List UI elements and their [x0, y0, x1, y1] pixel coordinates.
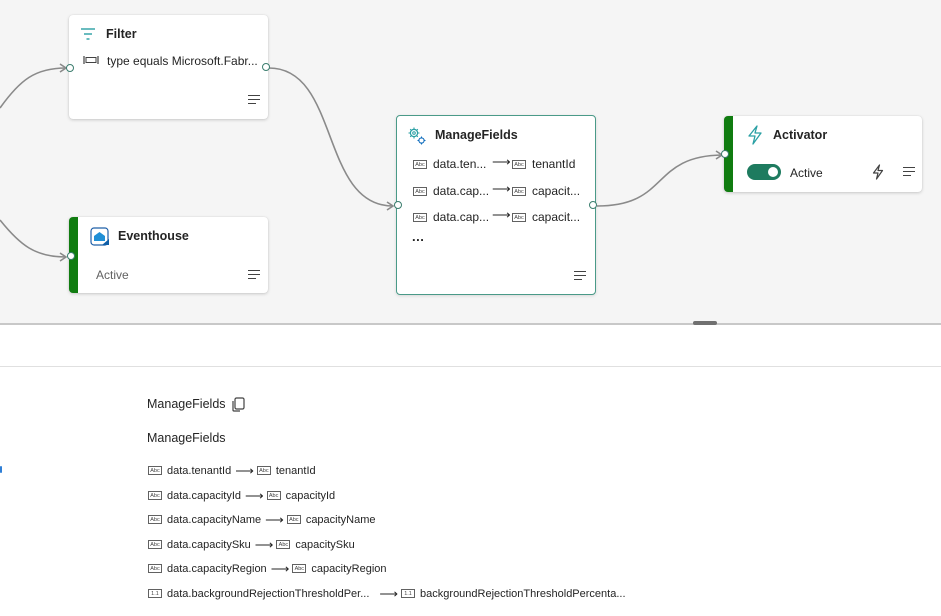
managefields-output-port[interactable]: [589, 201, 597, 209]
mapping-to: backgroundRejectionThresholdPercenta...: [420, 588, 626, 600]
filter-input-port[interactable]: [66, 64, 74, 72]
wire-filter-to-managefields: [268, 67, 394, 207]
string-type-icon: Abc: [512, 160, 526, 169]
string-type-icon: Abc: [256, 465, 271, 475]
arrow-right-icon: ⟶: [270, 561, 290, 576]
eventhouse-input-port[interactable]: [67, 252, 75, 260]
string-type-icon: Abc: [148, 514, 162, 524]
string-type-icon: Abc: [286, 514, 301, 524]
lightning-icon: [748, 125, 762, 145]
activator-node[interactable]: Activator Active: [724, 116, 922, 192]
eventhouse-title: Eventhouse: [118, 229, 189, 243]
panel-mapping-row: 1.1 data.backgroundRejectionThresholdPer.…: [148, 586, 626, 601]
managefields-input-port[interactable]: [394, 201, 402, 209]
mapping-to: tenantId: [532, 157, 576, 171]
arrow-right-icon: ⟶: [492, 181, 511, 196]
eventhouse-status: Active: [96, 268, 129, 282]
menu-lines-icon[interactable]: [248, 270, 260, 280]
string-type-icon: Abc: [413, 213, 427, 222]
string-type-icon: Abc: [292, 563, 307, 573]
arrow-right-icon: ⟶: [254, 537, 274, 552]
mapping-to: capacit...: [532, 184, 581, 198]
mapping-to: tenantId: [275, 465, 316, 477]
mapping-from: data.capacityId: [167, 490, 241, 502]
arrow-right-icon: ⟶: [379, 586, 399, 601]
arrow-right-icon: ⟶: [492, 154, 511, 169]
string-type-icon: Abc: [512, 213, 526, 222]
activator-toggle[interactable]: [747, 164, 781, 180]
panel-header-divider: [0, 366, 941, 367]
mapping-to: capacit...: [532, 210, 581, 224]
panel-mapping-row: Abc data.capacitySku ⟶ Abc capacitySku: [148, 537, 355, 552]
mapping-from: data.tenantId: [167, 465, 232, 477]
activator-status: Active: [790, 166, 823, 180]
panel-operation-type: ManageFields: [147, 431, 226, 445]
panel-mapping-row: Abc data.capacityName ⟶ Abc capacityName: [148, 512, 376, 527]
activator-title: Activator: [773, 128, 828, 142]
managefields-node[interactable]: ManageFields Abc data.ten... ⟶ Abc tenan…: [396, 115, 596, 295]
filter-condition: type equals Microsoft.Fabr...: [107, 54, 258, 68]
arrow-right-icon: ⟶: [245, 488, 264, 503]
arrow-right-icon: ⟶: [265, 512, 284, 527]
panel-mapping-row: Abc data.tenantId ⟶ Abc tenantId: [148, 463, 316, 478]
more-mappings-ellipsis: ...: [412, 229, 425, 244]
menu-lines-icon[interactable]: [574, 271, 586, 281]
panel-mapping-row: Abc data.capacityId ⟶ Abc capacityId: [148, 488, 336, 503]
string-type-icon: Abc: [148, 539, 162, 549]
arrow-right-icon: ⟶: [235, 463, 254, 478]
mapping-from: data.capacitySku: [167, 539, 251, 551]
mapping-from: data.cap...: [433, 210, 490, 224]
wire-managefields-to-activator: [596, 154, 723, 207]
mapping-from: data.capacityName: [167, 514, 262, 526]
string-type-icon: Abc: [148, 490, 162, 500]
mapping-to: capacitySku: [295, 539, 355, 551]
string-type-icon: Abc: [148, 465, 162, 475]
filter-icon: [81, 28, 95, 40]
lightning-icon[interactable]: [872, 164, 884, 180]
menu-lines-icon[interactable]: [248, 95, 260, 105]
string-type-icon: Abc: [413, 160, 427, 169]
wire-source-to-eventhouse: [0, 219, 67, 258]
eventhouse-node[interactable]: Eventhouse Active: [69, 217, 268, 293]
filter-node[interactable]: Filter type equals Microsoft.Fabr...: [69, 15, 268, 119]
string-type-icon: Abc: [266, 490, 281, 500]
managefields-title: ManageFields: [435, 128, 518, 142]
mapping-from: data.ten...: [433, 157, 487, 171]
gear-icon: [408, 127, 426, 145]
range-icon: [83, 56, 99, 64]
menu-lines-icon[interactable]: [903, 167, 915, 177]
copy-icon[interactable]: [231, 397, 245, 412]
filter-title: Filter: [106, 27, 137, 41]
string-type-icon: Abc: [413, 187, 427, 196]
mapping-to: capacityRegion: [311, 563, 387, 575]
splitter-grip-handle[interactable]: [693, 321, 717, 325]
string-type-icon: Abc: [148, 563, 162, 573]
mapping-from: data.backgroundRejectionThresholdPer...: [167, 588, 370, 600]
wire-source-to-filter: [0, 67, 67, 109]
filter-output-port[interactable]: [262, 63, 270, 71]
panel-mapping-row: Abc data.capacityRegion ⟶ Abc capacityRegion: [148, 561, 387, 576]
mapping-to: capacityName: [305, 514, 376, 526]
mapping-to: capacityId: [285, 490, 336, 502]
activator-input-port[interactable]: [721, 150, 729, 158]
mapping-from: data.capacityRegion: [167, 563, 267, 575]
string-type-icon: Abc: [276, 539, 291, 549]
panel-splitter[interactable]: [0, 323, 941, 325]
panel-node-name: ManageFields: [147, 397, 226, 411]
left-panel-edge-indicator: [0, 466, 2, 473]
number-type-icon: 1.1: [148, 588, 162, 598]
mapping-from: data.cap...: [433, 184, 490, 198]
arrow-right-icon: ⟶: [492, 207, 511, 222]
eventhouse-icon: [90, 227, 109, 246]
string-type-icon: Abc: [512, 187, 526, 196]
eventstream-canvas[interactable]: Filter type equals Microsoft.Fabr... Eve…: [0, 0, 941, 323]
number-type-icon: 1.1: [401, 588, 416, 598]
